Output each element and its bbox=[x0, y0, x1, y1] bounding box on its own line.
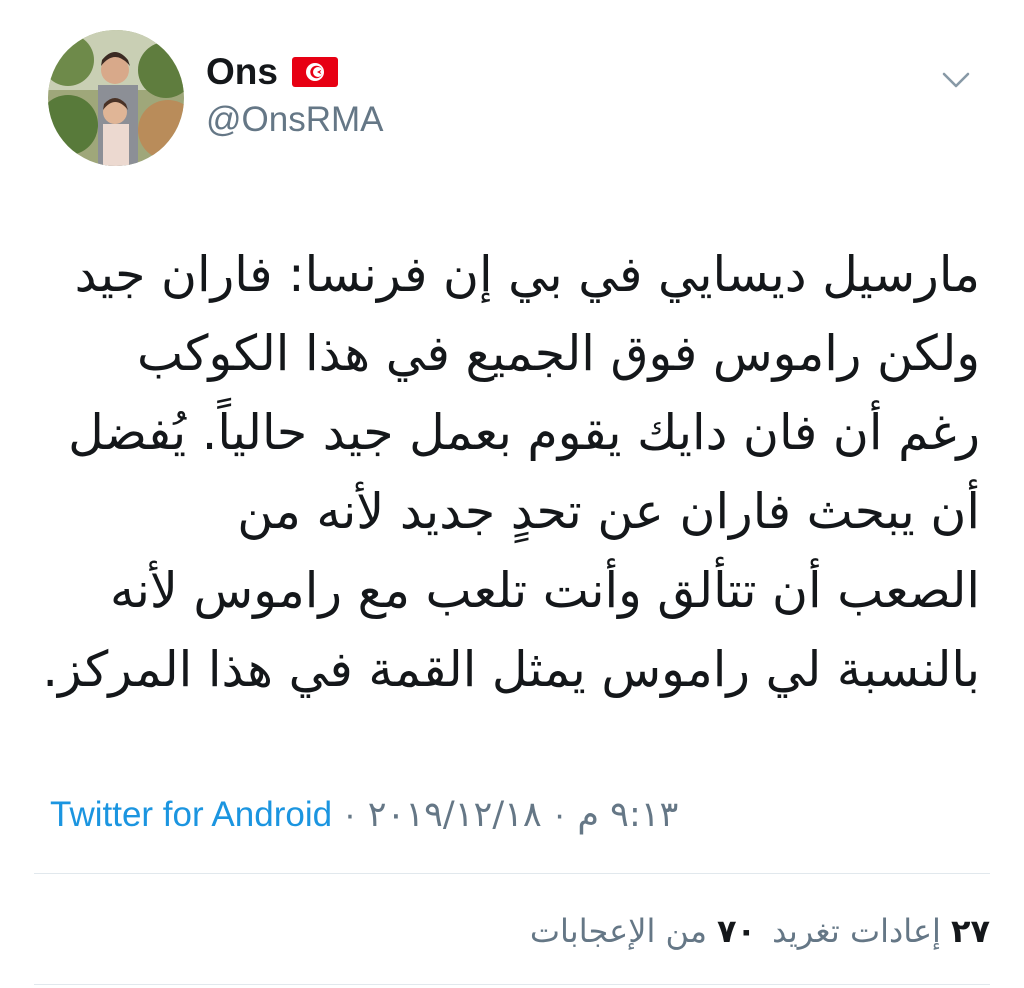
tweet-line: أن يبحث فاران عن تحدٍ جديد لأنه من bbox=[237, 483, 980, 540]
tweet-line: مارسيل ديسايي في بي إن فرنسا: فاران جيد bbox=[74, 246, 980, 303]
avatar-image bbox=[48, 30, 184, 166]
chevron-down-icon[interactable] bbox=[936, 60, 976, 100]
user-info: Ons @OnsRMA bbox=[206, 48, 384, 140]
tweet-header: Ons @OnsRMA bbox=[48, 30, 984, 170]
tweet-text: مارسيل ديسايي في بي إن فرنسا: فاران جيد … bbox=[42, 235, 980, 709]
divider-bottom bbox=[34, 984, 990, 985]
retweets-count: ٢٧ bbox=[950, 912, 990, 950]
tweet-time: ٩:١٣ م bbox=[577, 795, 679, 835]
tweet-line: بالنسبة لي راموس يمثل القمة في هذا المرك… bbox=[42, 641, 980, 698]
tunisia-flag-icon bbox=[291, 57, 338, 87]
tweet-card: Ons @OnsRMA مارسيل ديسايي في بي إن فرنسا… bbox=[0, 0, 1024, 988]
display-name-row: Ons bbox=[206, 48, 384, 96]
tweet-line: الصعب أن تتألق وأنت تلعب مع راموس لأنه bbox=[109, 562, 980, 619]
meta-separator: · bbox=[553, 795, 566, 834]
likes-label: من الإعجابات bbox=[529, 912, 707, 950]
avatar[interactable] bbox=[48, 30, 184, 166]
retweets-label: إعادات تغريد bbox=[772, 912, 941, 950]
tweet-source-link[interactable]: Twitter for Android bbox=[50, 795, 332, 835]
tweet-stats: ٧٠ من الإعجابات ٢٧ إعادات تغريد bbox=[34, 890, 990, 972]
user-handle[interactable]: @OnsRMA bbox=[206, 100, 384, 140]
tweet-meta: Twitter for Android · ٢٠١٩/١٢/١٨ · ٩:١٣ … bbox=[50, 795, 678, 835]
meta-separator: · bbox=[344, 795, 356, 834]
likes-count: ٧٠ bbox=[717, 912, 757, 950]
tweet-line: رغم أن فان دايك يقوم بعمل جيد حالياً. يُ… bbox=[68, 404, 980, 461]
likes-stat[interactable]: ٧٠ من الإعجابات bbox=[530, 912, 756, 950]
retweets-stat[interactable]: ٢٧ إعادات تغريد bbox=[772, 912, 990, 950]
tweet-date: ٢٠١٩/١٢/١٨ bbox=[367, 795, 542, 835]
tweet-line: ولكن راموس فوق الجميع في هذا الكوكب bbox=[137, 325, 980, 382]
divider-top bbox=[34, 873, 990, 874]
display-name[interactable]: Ons bbox=[206, 51, 278, 93]
